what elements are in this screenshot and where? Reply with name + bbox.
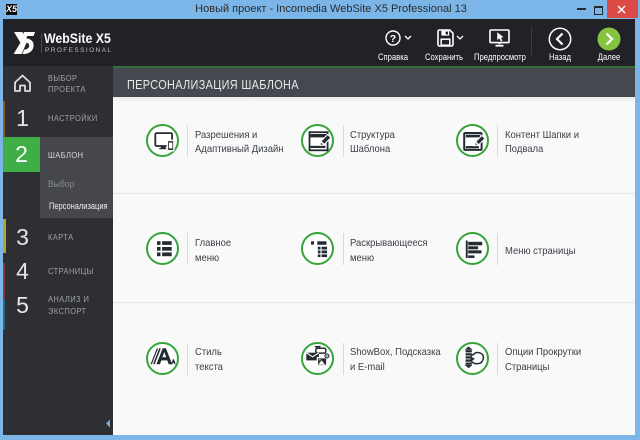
svg-text:?: ?	[390, 33, 396, 45]
